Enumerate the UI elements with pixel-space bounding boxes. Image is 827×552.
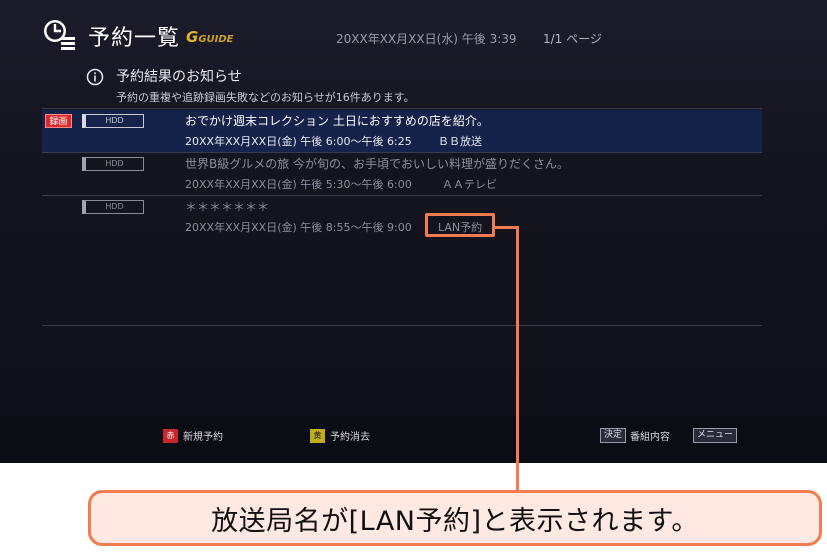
gguide-logo: GGUIDE xyxy=(186,28,234,46)
program-title: 世界B級グルメの旅 今が旬の、お手頃でおいしい料理が盛りだくさん。 xyxy=(185,157,570,171)
page-counter: 1/1 ページ xyxy=(543,32,602,46)
reservation-row-1[interactable]: 録画 HDD おでかけ週末コレクション 土日におすすめの店を紹介。 20XX年X… xyxy=(42,110,762,152)
enter-key: 決定 xyxy=(600,428,627,443)
caption-text: 放送局名が[LAN予約]と表示されます。 xyxy=(211,505,699,537)
program-title: ＊＊＊＊＊＊＊ xyxy=(185,200,270,214)
reservation-row-2[interactable]: HDD 世界B級グルメの旅 今が旬の、お手頃でおいしい料理が盛りだくさん。 20… xyxy=(42,153,762,195)
hdd-badge: HDD xyxy=(82,157,144,171)
page-title: 予約一覧 xyxy=(88,26,181,51)
delete-reservation-button[interactable]: 黄 予約消去 xyxy=(310,428,370,443)
lan-reservation-highlight xyxy=(425,213,495,237)
menu-button[interactable]: メニュー xyxy=(693,428,741,443)
reservation-row-3[interactable]: HDD ＊＊＊＊＊＊＊ 20XX年XX月XX日(金) 午後 8:55～午後 9:… xyxy=(42,196,762,238)
gguide-logo-text: GUIDE xyxy=(198,34,234,45)
program-station: ＢＢ放送 xyxy=(438,135,482,148)
yellow-key: 黄 xyxy=(310,428,325,443)
divider xyxy=(42,325,762,326)
menu-key: メニュー xyxy=(693,428,738,443)
notice-text: 予約の重複や追跡録画失敗などのお知らせが16件あります。 xyxy=(116,91,415,104)
record-badge: 録画 xyxy=(45,114,72,128)
program-time: 20XX年XX月XX日(金) 午後 6:00～午後 6:25 xyxy=(185,135,412,148)
tv-screen: 予約一覧 GGUIDE 20XX年XX月XX日(水) 午後 3:39 1/1 ペ… xyxy=(0,0,827,463)
divider xyxy=(42,108,762,109)
delete-reservation-label: 予約消去 xyxy=(330,432,370,443)
program-info-button[interactable]: 決定 番組内容 xyxy=(600,428,670,443)
caption-callout: 放送局名が[LAN予約]と表示されます。 xyxy=(88,490,822,546)
current-datetime: 20XX年XX月XX日(水) 午後 3:39 xyxy=(336,32,517,46)
program-time: 20XX年XX月XX日(金) 午後 8:55～午後 9:00 xyxy=(185,221,412,234)
gguide-logo-letter: G xyxy=(186,28,199,46)
program-station: ＡＡテレビ xyxy=(442,178,497,191)
program-time: 20XX年XX月XX日(金) 午後 5:30～午後 6:00 xyxy=(185,178,412,191)
callout-connector xyxy=(516,226,519,490)
reservation-list-icon xyxy=(44,20,75,50)
new-reservation-label: 新規予約 xyxy=(183,432,223,443)
program-title: おでかけ週末コレクション 土日におすすめの店を紹介。 xyxy=(185,114,489,128)
info-icon xyxy=(86,68,104,86)
red-key: 赤 xyxy=(163,428,178,443)
program-info-label: 番組内容 xyxy=(630,432,671,443)
hdd-badge: HDD xyxy=(82,200,144,214)
hdd-badge: HDD xyxy=(82,114,144,128)
new-reservation-button[interactable]: 赤 新規予約 xyxy=(163,428,223,443)
notice-title: 予約結果のお知らせ xyxy=(116,69,242,85)
